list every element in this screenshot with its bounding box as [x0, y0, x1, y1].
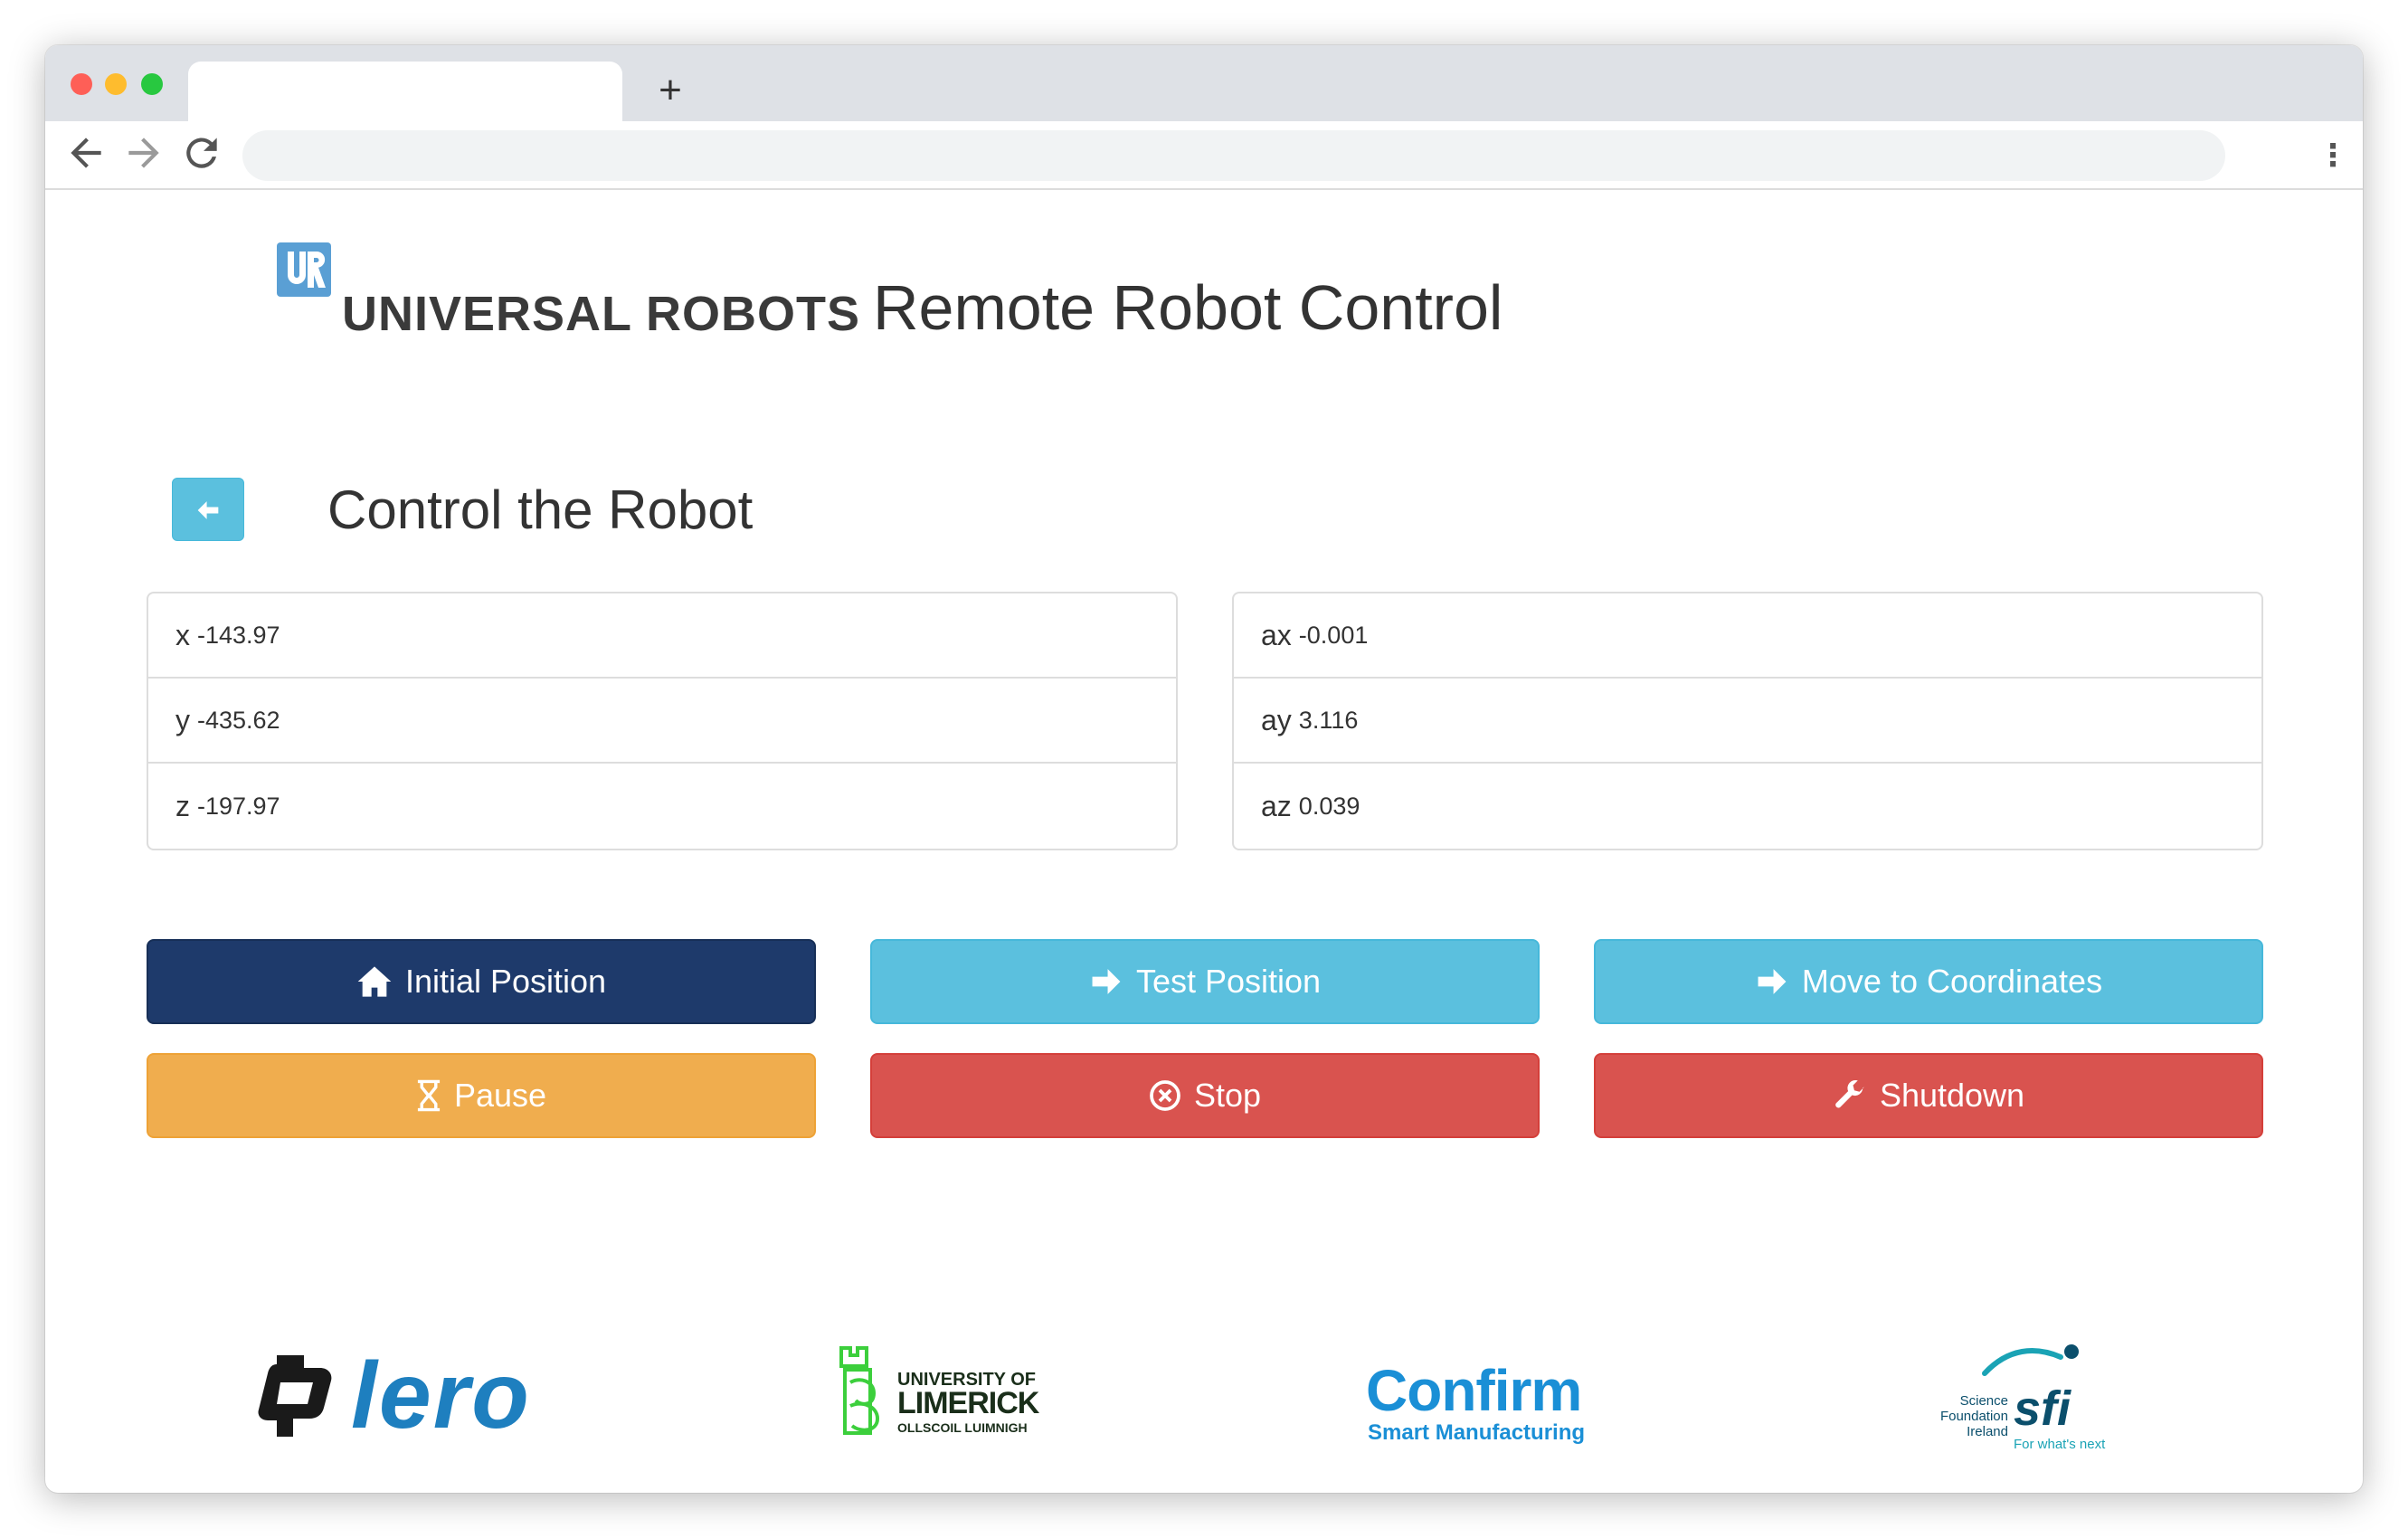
coordinate-row-y: y -435.62	[148, 679, 1176, 764]
lero-mark-icon	[258, 1355, 332, 1437]
lero-logo: lero	[250, 1339, 557, 1457]
coordinate-value: 3.116	[1298, 706, 1359, 734]
ur-logo-icon	[277, 242, 331, 297]
limerick-line3: OLLSCOIL LUIMNIGH	[897, 1420, 1028, 1435]
back-arrow-icon[interactable]	[63, 130, 109, 176]
move-to-coordinates-button[interactable]: Move to Coordinates	[1594, 939, 2263, 1024]
confirm-logo: Confirm Smart Manufacturing	[1366, 1339, 1601, 1457]
coordinate-label: z	[175, 789, 190, 822]
active-tab[interactable]	[188, 62, 622, 121]
close-window-button[interactable]	[71, 73, 92, 95]
coordinate-value: 0.039	[1298, 792, 1360, 820]
confirm-subtitle: Smart Manufacturing	[1368, 1420, 1586, 1445]
coordinate-label: ax	[1261, 618, 1292, 651]
maximize-window-button[interactable]	[141, 73, 163, 95]
arrow-right-icon	[1758, 969, 1787, 994]
button-label: Stop	[1193, 1077, 1262, 1114]
coordinate-row-az: az 0.039	[1234, 764, 2261, 849]
tab-bar: +	[45, 45, 2363, 121]
shutdown-button[interactable]: Shutdown	[1594, 1053, 2263, 1138]
coordinate-value: -143.97	[197, 621, 280, 649]
coordinate-row-ax: ax -0.001	[1234, 593, 2261, 679]
button-label: Move to Coordinates	[1801, 963, 2103, 1000]
lero-wordmark: lero	[351, 1343, 531, 1448]
new-tab-button[interactable]: +	[648, 65, 693, 116]
browser-window: + ⋮ UNIVERSAL ROBOTS Remote Robot Contro…	[45, 45, 2363, 1493]
sfi-organization: Science Foundation Ireland	[1939, 1393, 2008, 1439]
button-label: Pause	[453, 1077, 547, 1114]
coordinate-row-x: x -143.97	[148, 593, 1176, 679]
section-title: Control the Robot	[327, 479, 754, 540]
universal-robots-logo: UNIVERSAL ROBOTS	[277, 242, 874, 351]
limerick-line2: LIMERICK	[897, 1386, 1039, 1420]
arrow-left-icon	[197, 501, 219, 519]
button-label: Initial Position	[404, 963, 607, 1000]
button-label: Test Position	[1135, 963, 1322, 1000]
stop-button[interactable]: Stop	[870, 1053, 1540, 1138]
hourglass-icon	[417, 1079, 441, 1112]
coordinate-label: az	[1261, 789, 1292, 822]
arrow-right-icon	[1092, 969, 1121, 994]
reload-icon[interactable]	[179, 130, 224, 176]
pause-button[interactable]: Pause	[147, 1053, 816, 1138]
test-position-button[interactable]: Test Position	[870, 939, 1540, 1024]
initial-position-button[interactable]: Initial Position	[147, 939, 816, 1024]
coordinate-label: x	[175, 618, 190, 651]
page-content: UNIVERSAL ROBOTS Remote Robot Control Co…	[45, 190, 2363, 1493]
circle-x-icon	[1150, 1080, 1180, 1111]
browser-toolbar: ⋮	[45, 121, 2363, 190]
coordinate-value: -197.97	[197, 792, 280, 820]
coordinate-value: -435.62	[197, 706, 280, 734]
minimize-window-button[interactable]	[105, 73, 127, 95]
coordinate-label: ay	[1261, 703, 1292, 736]
sfi-tagline: For what's next	[2014, 1437, 2106, 1452]
coordinate-label: y	[175, 703, 190, 736]
coordinate-value: -0.001	[1298, 621, 1369, 649]
sfi-swoosh-icon	[1982, 1344, 2079, 1376]
orientation-list: ax -0.001 ay 3.116 az 0.039	[1232, 592, 2263, 850]
page-title: Remote Robot Control	[873, 272, 1503, 343]
sfi-wordmark: sfi	[2014, 1381, 2071, 1436]
coordinate-row-ay: ay 3.116	[1234, 679, 2261, 764]
button-label: Shutdown	[1879, 1077, 2025, 1114]
forward-arrow-icon[interactable]	[121, 130, 166, 176]
limerick-crest-icon	[839, 1346, 880, 1435]
browser-menu-icon[interactable]: ⋮	[2318, 130, 2348, 181]
address-bar[interactable]	[242, 130, 2225, 181]
wrench-icon	[1835, 1079, 1864, 1108]
confirm-wordmark: Confirm	[1366, 1358, 1582, 1423]
coordinate-row-z: z -197.97	[148, 764, 1176, 849]
back-button[interactable]	[172, 478, 244, 541]
home-icon	[357, 966, 392, 997]
sfi-logo: Science Foundation Ireland sfi For what'…	[1927, 1339, 2162, 1457]
logo-wordmark: UNIVERSAL ROBOTS	[342, 287, 861, 341]
position-list: x -143.97 y -435.62 z -197.97	[147, 592, 1178, 850]
university-of-limerick-logo: UNIVERSITY OF LIMERICK OLLSCOIL LUIMNIGH	[832, 1339, 1049, 1457]
